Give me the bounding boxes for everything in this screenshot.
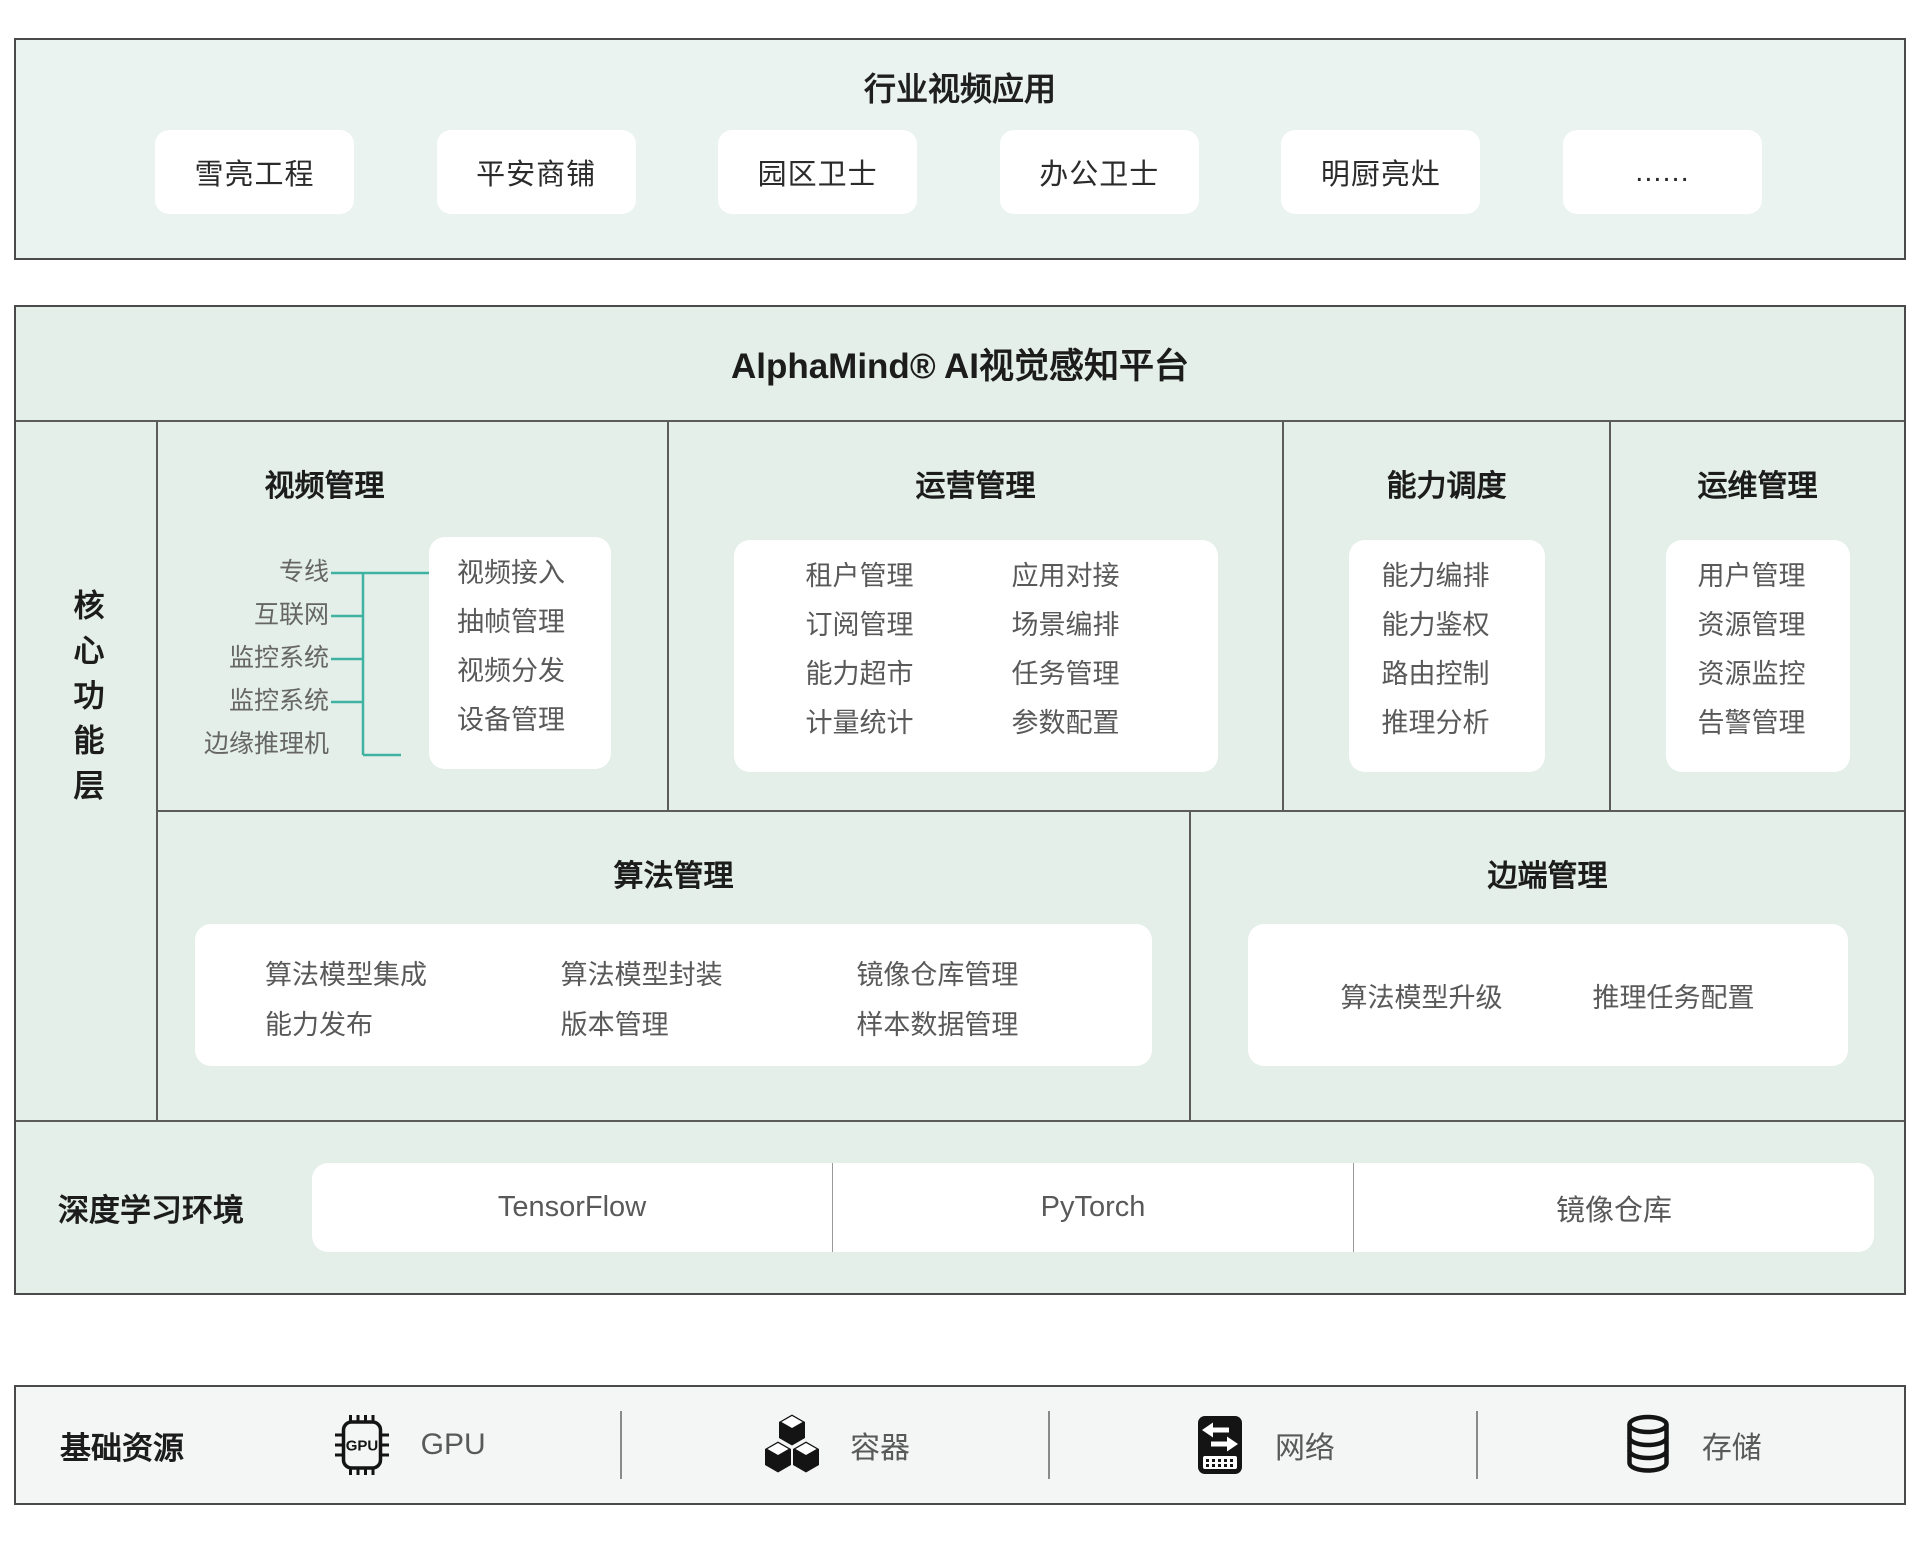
operation-feature: 租户管理 xyxy=(806,552,1012,601)
edge-mgmt-card: 算法模型升级 推理任务配置 xyxy=(1248,924,1848,1066)
video-mgmt-column: 视频管理 专线 互联网 监控系统 监控系统 边缘推理机 xyxy=(158,422,667,810)
om-feature: 资源管理 xyxy=(1698,601,1850,650)
capability-feature: 推理分析 xyxy=(1382,699,1545,748)
edge-feature: 算法模型升级 xyxy=(1341,976,1503,1015)
dl-env-pytorch: PyTorch xyxy=(832,1163,1353,1252)
om-mgmt-title: 运维管理 xyxy=(1698,471,1818,503)
industry-apps-title: 行业视频应用 xyxy=(16,70,1904,108)
operation-feature: 计量统计 xyxy=(806,699,1012,748)
om-feature: 资源监控 xyxy=(1698,650,1850,699)
operation-feature: 场景编排 xyxy=(1012,601,1218,650)
dl-env-label: 深度学习环境 xyxy=(58,1185,244,1230)
operation-feature: 参数配置 xyxy=(1012,699,1218,748)
operation-feature: 能力超市 xyxy=(806,650,1012,699)
dl-env-bar: TensorFlow PyTorch 镜像仓库 xyxy=(312,1163,1874,1252)
dl-env-tensorflow: TensorFlow xyxy=(312,1163,832,1252)
om-feature: 用户管理 xyxy=(1698,552,1850,601)
video-source-label: 监控系统 xyxy=(158,637,329,680)
video-source-list: 专线 互联网 监控系统 监控系统 边缘推理机 xyxy=(158,551,329,766)
algorithm-feature: 版本管理 xyxy=(561,1000,857,1050)
algorithm-feature: 算法模型集成 xyxy=(265,950,561,1000)
capability-feature: 能力鉴权 xyxy=(1382,601,1545,650)
storage-label: 存储 xyxy=(1702,1423,1762,1467)
algorithm-mgmt-column: 算法管理 算法模型集成 能力发布 算法模型封装 版本管理 镜像仓库管理 样本数据 xyxy=(158,812,1189,1120)
industry-apps-row: 雪亮工程 平安商铺 园区卫士 办公卫士 明厨亮灶 ...... xyxy=(16,130,1904,214)
operation-feature: 订阅管理 xyxy=(806,601,1012,650)
video-source-label: 边缘推理机 xyxy=(158,723,329,766)
base-item-container: 容器 xyxy=(622,1413,1048,1477)
video-mgmt-card: 视频接入 抽帧管理 视频分发 设备管理 xyxy=(429,537,611,769)
core-layer-side-label-wrap: 核心功能层 xyxy=(16,422,158,1120)
capability-feature: 能力编排 xyxy=(1382,552,1545,601)
core-row-bottom: 算法管理 算法模型集成 能力发布 算法模型封装 版本管理 镜像仓库管理 样本数据 xyxy=(158,812,1904,1120)
algorithm-feature: 镜像仓库管理 xyxy=(856,950,1152,1000)
om-mgmt-column: 运维管理 用户管理 资源管理 资源监控 告警管理 xyxy=(1609,422,1904,810)
capability-scheduling-card: 能力编排 能力鉴权 路由控制 推理分析 xyxy=(1349,540,1545,772)
network-label: 网络 xyxy=(1275,1423,1335,1467)
algorithm-feature: 样本数据管理 xyxy=(856,1000,1152,1050)
svg-text:GPU: GPU xyxy=(345,1438,378,1455)
base-item-storage: 存储 xyxy=(1478,1413,1904,1477)
container-label: 容器 xyxy=(850,1423,910,1467)
operation-mgmt-card: 租户管理 订阅管理 能力超市 计量统计 应用对接 场景编排 任务管理 参数配置 xyxy=(734,540,1218,772)
video-source-label: 监控系统 xyxy=(158,680,329,723)
capability-scheduling-column: 能力调度 能力编排 能力鉴权 路由控制 推理分析 xyxy=(1282,422,1609,810)
connector-tree-lines xyxy=(329,551,429,763)
edge-mgmt-title: 边端管理 xyxy=(1488,861,1608,893)
app-chip-yuanqu: 园区卫士 xyxy=(718,130,917,214)
base-item-gpu: GPU GPU xyxy=(194,1413,620,1477)
dl-env-registry: 镜像仓库 xyxy=(1353,1163,1874,1252)
video-source-label: 专线 xyxy=(158,551,329,594)
algorithm-feature: 算法模型封装 xyxy=(561,950,857,1000)
platform-title: AlphaMind® AI视觉感知平台 xyxy=(16,307,1904,422)
core-layer-side-label: 核心功能层 xyxy=(64,589,109,814)
base-resources-section: 基础资源 GPU GPU xyxy=(14,1385,1906,1505)
app-chip-more: ...... xyxy=(1563,130,1762,214)
app-chip-bangong: 办公卫士 xyxy=(1000,130,1199,214)
video-feature: 视频接入 xyxy=(457,549,611,598)
core-function-layer: 核心功能层 视频管理 专线 互联网 监控系统 监控系统 边缘推理机 xyxy=(16,422,1904,1120)
operation-feature: 应用对接 xyxy=(1012,552,1218,601)
video-mgmt-title: 视频管理 xyxy=(158,471,667,503)
video-feature: 设备管理 xyxy=(457,696,611,745)
dl-env-row: 深度学习环境 TensorFlow PyTorch 镜像仓库 xyxy=(16,1120,1904,1293)
storage-database-icon xyxy=(1620,1413,1676,1477)
core-row-top: 视频管理 专线 互联网 监控系统 监控系统 边缘推理机 xyxy=(158,422,1904,812)
platform-section: AlphaMind® AI视觉感知平台 核心功能层 视频管理 专线 互联网 监控… xyxy=(14,305,1906,1295)
algorithm-mgmt-card: 算法模型集成 能力发布 算法模型封装 版本管理 镜像仓库管理 样本数据管理 xyxy=(195,924,1152,1066)
capability-scheduling-title: 能力调度 xyxy=(1387,471,1507,503)
base-resources-label: 基础资源 xyxy=(60,1423,184,1468)
industry-apps-section: 行业视频应用 雪亮工程 平安商铺 园区卫士 办公卫士 明厨亮灶 ...... xyxy=(14,38,1906,260)
video-feature: 抽帧管理 xyxy=(457,598,611,647)
video-feature: 视频分发 xyxy=(457,647,611,696)
operation-feature: 任务管理 xyxy=(1012,650,1218,699)
edge-mgmt-column: 边端管理 算法模型升级 推理任务配置 xyxy=(1189,812,1904,1120)
om-feature: 告警管理 xyxy=(1698,699,1850,748)
operation-mgmt-column: 运营管理 租户管理 订阅管理 能力超市 计量统计 应用对接 场景编排 任务管理 xyxy=(667,422,1282,810)
edge-feature: 推理任务配置 xyxy=(1593,976,1755,1015)
algorithm-feature: 能力发布 xyxy=(265,1000,561,1050)
app-chip-xueliang: 雪亮工程 xyxy=(155,130,354,214)
app-chip-mingchu: 明厨亮灶 xyxy=(1281,130,1480,214)
app-chip-pingan: 平安商铺 xyxy=(437,130,636,214)
video-source-label: 互联网 xyxy=(158,594,329,637)
gpu-chip-icon: GPU xyxy=(329,1413,395,1477)
base-item-network: 网络 xyxy=(1050,1413,1476,1477)
gpu-label: GPU xyxy=(421,1428,486,1462)
operation-mgmt-title: 运营管理 xyxy=(916,471,1036,503)
network-switch-icon xyxy=(1191,1413,1249,1477)
capability-feature: 路由控制 xyxy=(1382,650,1545,699)
algorithm-mgmt-title: 算法管理 xyxy=(614,861,734,893)
container-cubes-icon xyxy=(760,1413,824,1477)
om-mgmt-card: 用户管理 资源管理 资源监控 告警管理 xyxy=(1666,540,1850,772)
